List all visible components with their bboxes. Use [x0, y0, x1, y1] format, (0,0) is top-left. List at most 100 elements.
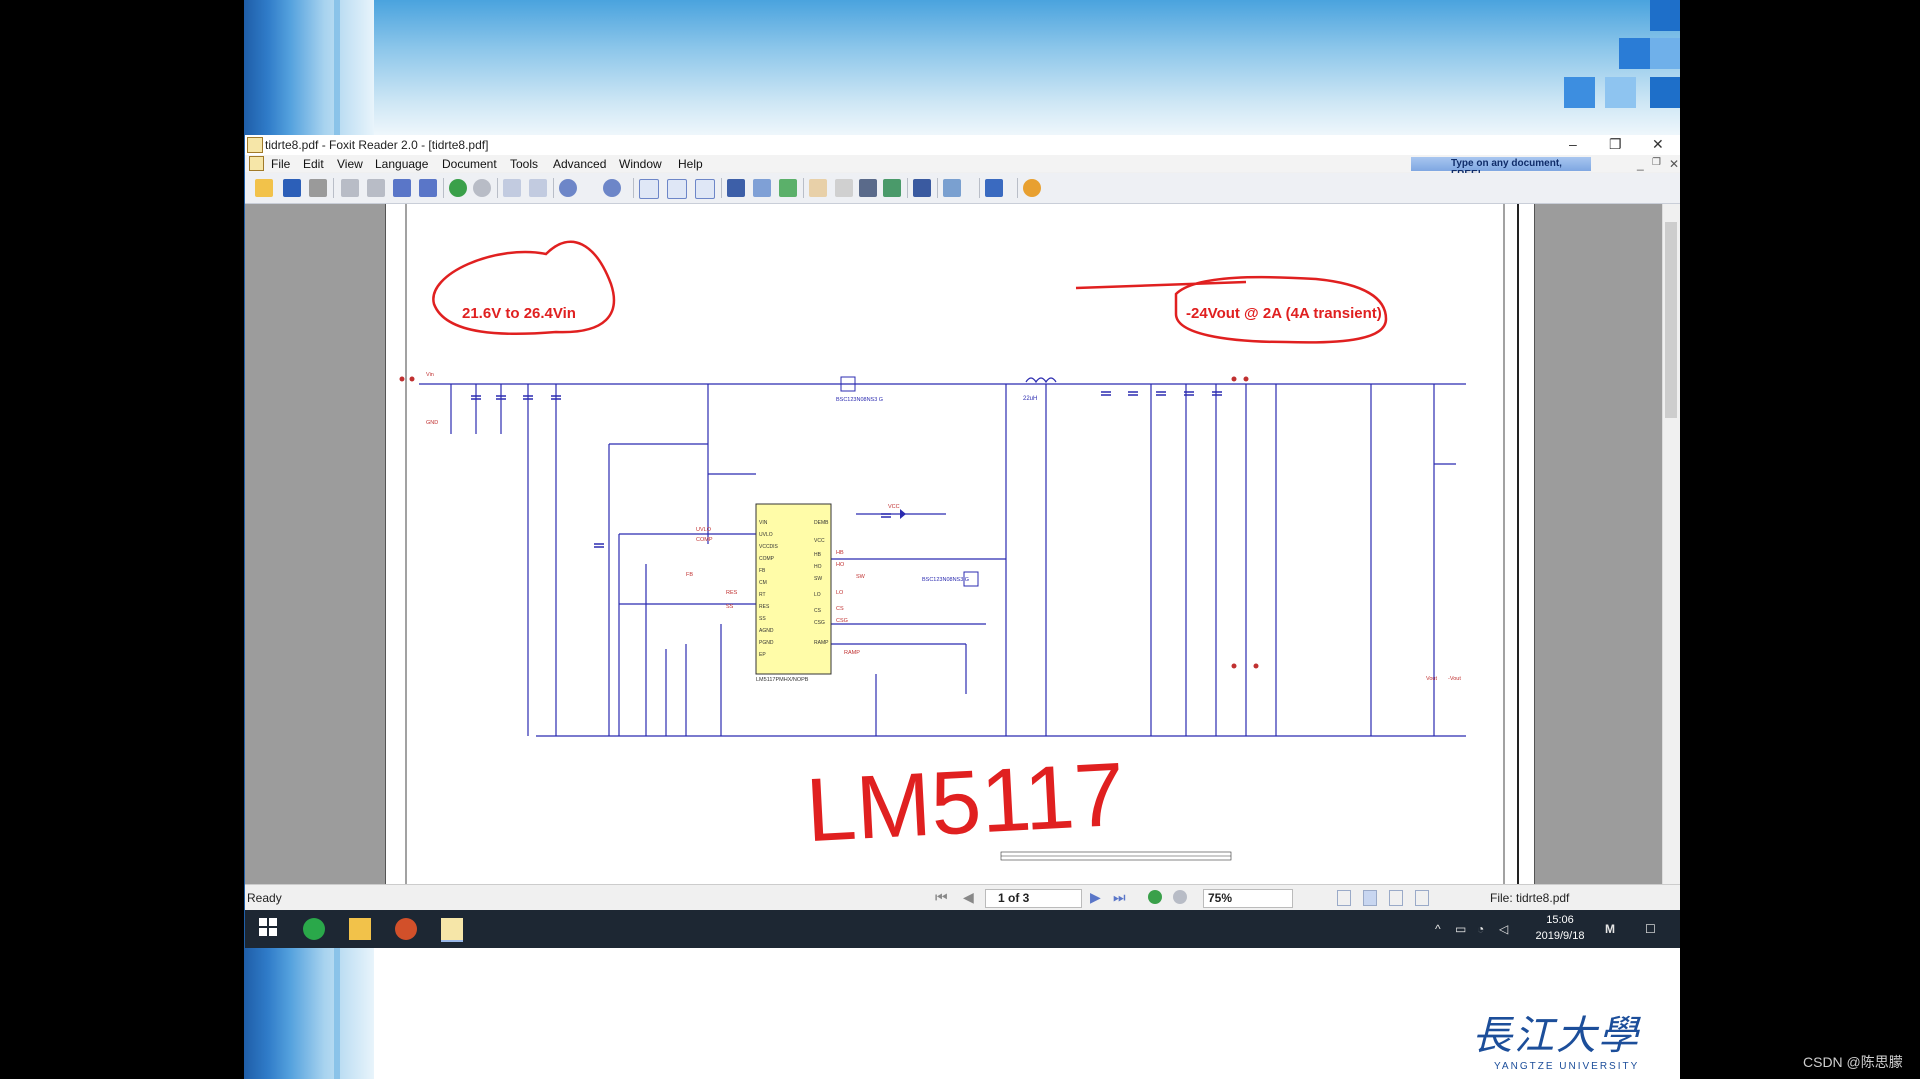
snapshot-icon[interactable]: [859, 179, 877, 197]
toolbar-separator: [907, 178, 908, 198]
restore-button[interactable]: ❐: [1609, 136, 1622, 153]
minimize-button[interactable]: –: [1569, 136, 1577, 152]
zoom-out-icon[interactable]: [559, 179, 577, 197]
window-title: tidrte8.pdf - Foxit Reader 2.0 - [tidrte…: [265, 138, 489, 152]
toolbar-separator: [721, 178, 722, 198]
toolbar-separator: [633, 178, 634, 198]
thumbnail-icon[interactable]: [779, 179, 797, 197]
find-icon[interactable]: [727, 179, 745, 197]
powerpoint-icon[interactable]: [395, 918, 417, 940]
windows-taskbar: ^ ▭ ◔ ◁ 15:06 2019/9/18 M ☐: [245, 910, 1680, 948]
fit-page-icon[interactable]: [667, 179, 687, 199]
toolbar-separator: [553, 178, 554, 198]
zoom-in-icon[interactable]: [603, 179, 621, 197]
annotation-layer: 21.6V to 26.4Vin -24Vout @ 2A (4A transi…: [432, 240, 1388, 861]
arrow-tool-icon[interactable]: [985, 179, 1003, 197]
toolbar-separator: [443, 178, 444, 198]
menu-document[interactable]: Document: [442, 157, 497, 171]
app-icon: [247, 137, 263, 153]
close-button[interactable]: ✕: [1652, 136, 1664, 153]
doc-minimize-button[interactable]: _: [1637, 157, 1644, 171]
go-back-icon[interactable]: [449, 179, 467, 197]
volume-icon[interactable]: ◁: [1499, 922, 1508, 936]
deco-square: [1650, 38, 1680, 69]
clock-date: 2019/9/18: [1535, 930, 1585, 942]
menu-advanced[interactable]: Advanced: [553, 157, 606, 171]
doc-restore-button[interactable]: ❐: [1652, 157, 1661, 168]
scrollbar-thumb[interactable]: [1665, 222, 1677, 418]
last-page-button[interactable]: ⏭: [1113, 889, 1126, 906]
status-ready: Ready: [247, 891, 282, 905]
previous-page-icon[interactable]: [367, 179, 385, 197]
open-icon[interactable]: [255, 179, 273, 197]
deco-square: [1605, 77, 1636, 108]
select-annotation-icon[interactable]: [913, 179, 931, 197]
menu-view[interactable]: View: [337, 157, 363, 171]
menu-edit[interactable]: Edit: [303, 157, 324, 171]
toolbar-separator: [1017, 178, 1018, 198]
notification-icon[interactable]: ☐: [1645, 922, 1656, 936]
doc-close-button[interactable]: ✕: [1669, 157, 1679, 171]
document-area: 22uH BSC123N08NS3 G BSC123N08NS3 G LM511…: [245, 204, 1680, 884]
prev-page-button[interactable]: ◀: [963, 889, 974, 906]
select-text-icon[interactable]: [835, 179, 853, 197]
image-tool-icon[interactable]: [883, 179, 901, 197]
slide-header-gradient: [244, 0, 1680, 138]
network-icon[interactable]: ◔: [1477, 922, 1484, 936]
actual-size-icon[interactable]: [639, 179, 659, 199]
file-explorer-icon[interactable]: [349, 918, 371, 940]
page-number-text: 1 of 3: [998, 891, 1030, 905]
toolbar-separator: [333, 178, 334, 198]
menu-language[interactable]: Language: [375, 157, 428, 171]
go-forward-icon[interactable]: [473, 179, 491, 197]
continuous-facing-icon[interactable]: [1415, 890, 1429, 906]
status-bar: Ready ⏮ ◀ 1 of 3 ▶ ⏭ 75% File: tidrte8.p…: [245, 884, 1680, 911]
logo-chinese: 長江大學: [1472, 1013, 1640, 1059]
first-page-button[interactable]: ⏮: [935, 889, 948, 906]
deco-square: [1650, 0, 1680, 31]
menu-tools[interactable]: Tools: [510, 157, 538, 171]
input-method-icon[interactable]: M: [1605, 922, 1615, 936]
print-icon[interactable]: [309, 179, 327, 197]
menu-file[interactable]: File: [271, 157, 290, 171]
zoom-field[interactable]: 75%: [1203, 889, 1293, 908]
clock[interactable]: 15:06 2019/9/18: [1525, 912, 1595, 944]
tray-chevron-icon[interactable]: ^: [1435, 922, 1441, 936]
single-page-icon[interactable]: [1337, 890, 1351, 906]
next-page-icon[interactable]: [393, 179, 411, 197]
facing-icon[interactable]: [1389, 890, 1403, 906]
forward-button[interactable]: [1173, 890, 1187, 904]
paste-icon[interactable]: [529, 179, 547, 197]
page-number-field[interactable]: 1 of 3: [985, 889, 1082, 908]
toolbar: [245, 173, 1680, 204]
vertical-scrollbar[interactable]: [1662, 204, 1680, 884]
last-page-icon[interactable]: [419, 179, 437, 197]
university-logo: 長江大學 YANGTZE UNIVERSITY: [1472, 1003, 1672, 1079]
clock-time: 15:06: [1546, 914, 1574, 926]
document-icon[interactable]: [249, 156, 264, 171]
pdf-page: 22uH BSC123N08NS3 G BSC123N08NS3 G LM511…: [385, 204, 1535, 884]
hand-tool-icon[interactable]: [809, 179, 827, 197]
bookmark-panel-icon[interactable]: [753, 179, 771, 197]
help-icon[interactable]: [1023, 179, 1041, 197]
promo-banner[interactable]: Type on any document, FREE!: [1411, 157, 1591, 180]
menu-help[interactable]: Help: [678, 157, 703, 171]
deco-square: [1650, 77, 1680, 108]
continuous-icon[interactable]: [1363, 890, 1377, 906]
csdn-watermark: CSDN @陈思朦: [1803, 1054, 1903, 1070]
input-voltage-annotation: 21.6V to 26.4Vin: [462, 305, 576, 322]
windows-start-icon[interactable]: [259, 918, 281, 940]
deco-square: [1564, 77, 1595, 108]
fit-width-icon[interactable]: [695, 179, 715, 199]
save-icon[interactable]: [283, 179, 301, 197]
typewriter-icon[interactable]: [943, 179, 961, 197]
browser-icon[interactable]: [303, 918, 325, 940]
toolbar-separator: [803, 178, 804, 198]
copy-icon[interactable]: [503, 179, 521, 197]
battery-icon[interactable]: ▭: [1455, 922, 1466, 936]
next-page-button[interactable]: ▶: [1090, 889, 1101, 906]
first-page-icon[interactable]: [341, 179, 359, 197]
foxit-taskbar-icon[interactable]: [441, 918, 463, 942]
back-button[interactable]: [1148, 890, 1162, 904]
menu-window[interactable]: Window: [619, 157, 662, 171]
